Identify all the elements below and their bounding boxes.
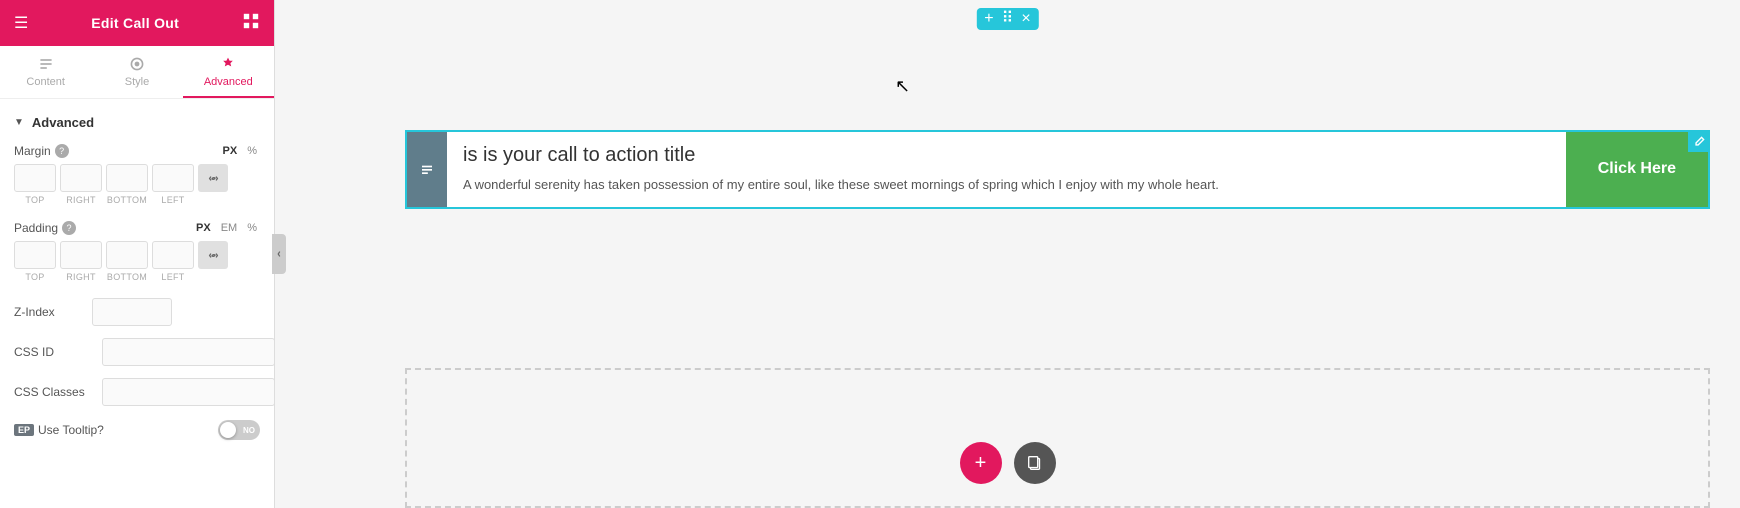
margin-top-label: TOP bbox=[14, 195, 56, 205]
padding-right-input[interactable] bbox=[60, 241, 102, 269]
margin-unit-percent[interactable]: % bbox=[244, 144, 260, 158]
margin-bottom-input[interactable] bbox=[106, 164, 148, 192]
advanced-section-title: Advanced bbox=[32, 115, 94, 130]
margin-label: Margin ? bbox=[14, 144, 69, 158]
padding-left-label: LEFT bbox=[152, 272, 194, 282]
callout-body: A wonderful serenity has taken possessio… bbox=[463, 175, 1550, 195]
padding-sub-labels: TOP RIGHT BOTTOM LEFT bbox=[14, 272, 260, 282]
bottom-actions: + bbox=[960, 442, 1056, 484]
margin-link-button[interactable] bbox=[198, 164, 228, 192]
padding-unit-percent[interactable]: % bbox=[244, 221, 260, 235]
padding-bottom-input[interactable] bbox=[106, 241, 148, 269]
callout-edit-icon[interactable] bbox=[1688, 130, 1710, 152]
padding-info-icon[interactable]: ? bbox=[62, 221, 76, 235]
right-content: + ⠿ × ↖ is is your call to action title … bbox=[275, 0, 1740, 508]
css-classes-row: CSS Classes bbox=[0, 372, 274, 412]
tooltip-text: Use Tooltip? bbox=[38, 423, 104, 437]
padding-top-input[interactable] bbox=[14, 241, 56, 269]
left-panel: ☰ Edit Call Out Content Style Advanced ▼… bbox=[0, 0, 275, 508]
css-classes-label: CSS Classes bbox=[14, 385, 94, 399]
tab-content[interactable]: Content bbox=[0, 46, 91, 98]
padding-right-label: RIGHT bbox=[60, 272, 102, 282]
element-toolbar: + ⠿ × bbox=[976, 8, 1038, 30]
margin-label-row: Margin ? PX % bbox=[14, 144, 260, 158]
css-id-input[interactable] bbox=[102, 338, 274, 366]
padding-bottom-label: BOTTOM bbox=[106, 272, 148, 282]
margin-left-label: LEFT bbox=[152, 195, 194, 205]
padding-unit-selector: PX EM % bbox=[193, 221, 260, 235]
z-index-input[interactable] bbox=[92, 298, 172, 326]
tooltip-label: EP Use Tooltip? bbox=[14, 423, 104, 437]
callout-wrapper[interactable]: is is your call to action title A wonder… bbox=[405, 130, 1710, 209]
tab-style[interactable]: Style bbox=[91, 46, 182, 98]
padding-label: Padding ? bbox=[14, 221, 76, 235]
tooltip-row: EP Use Tooltip? bbox=[0, 412, 274, 448]
grid-icon[interactable] bbox=[242, 12, 260, 35]
tab-advanced[interactable]: Advanced bbox=[183, 46, 274, 98]
margin-unit-px[interactable]: PX bbox=[220, 144, 241, 158]
panel-tabs: Content Style Advanced bbox=[0, 46, 274, 99]
toggle-knob bbox=[220, 422, 236, 438]
css-id-row: CSS ID bbox=[0, 332, 274, 372]
copy-section-button[interactable] bbox=[1014, 442, 1056, 484]
toolbar-add-icon[interactable]: + bbox=[984, 11, 993, 27]
padding-field-group: Padding ? PX EM % bbox=[0, 215, 274, 292]
panel-body: ▼ Advanced Margin ? PX % bbox=[0, 99, 274, 508]
toolbar-close-icon[interactable]: × bbox=[1021, 11, 1030, 27]
padding-top-label: TOP bbox=[14, 272, 56, 282]
callout-title: is is your call to action title bbox=[463, 144, 1550, 167]
z-index-label: Z-Index bbox=[14, 305, 84, 319]
margin-field-group: Margin ? PX % bbox=[0, 138, 274, 215]
padding-unit-px[interactable]: PX bbox=[193, 221, 214, 235]
margin-left-input[interactable] bbox=[152, 164, 194, 192]
margin-unit-selector: PX % bbox=[220, 144, 260, 158]
cursor-indicator: ↖ bbox=[895, 76, 910, 97]
margin-sub-labels: TOP RIGHT BOTTOM LEFT bbox=[14, 195, 260, 205]
margin-inputs bbox=[14, 164, 260, 192]
padding-unit-em[interactable]: EM bbox=[218, 221, 241, 235]
panel-collapse-button[interactable] bbox=[272, 234, 286, 274]
collapse-arrow-icon: ▼ bbox=[14, 117, 24, 128]
ep-badge: EP bbox=[14, 424, 34, 436]
advanced-section-header[interactable]: ▼ Advanced bbox=[0, 107, 274, 138]
callout-text-area: is is your call to action title A wonder… bbox=[447, 132, 1566, 207]
bottom-section bbox=[405, 368, 1710, 508]
callout-icon-block bbox=[407, 132, 447, 207]
padding-left-input[interactable] bbox=[152, 241, 194, 269]
margin-right-label: RIGHT bbox=[60, 195, 102, 205]
margin-right-input[interactable] bbox=[60, 164, 102, 192]
add-section-button[interactable]: + bbox=[960, 442, 1002, 484]
css-classes-input[interactable] bbox=[102, 378, 274, 406]
tooltip-toggle[interactable] bbox=[218, 420, 260, 440]
panel-header: ☰ Edit Call Out bbox=[0, 0, 274, 46]
margin-bottom-label: BOTTOM bbox=[106, 195, 148, 205]
padding-label-row: Padding ? PX EM % bbox=[14, 221, 260, 235]
margin-info-icon[interactable]: ? bbox=[55, 144, 69, 158]
toolbar-move-icon[interactable]: ⠿ bbox=[1002, 11, 1014, 27]
callout-action-button[interactable]: Click Here bbox=[1566, 132, 1708, 207]
panel-title: Edit Call Out bbox=[91, 15, 179, 31]
margin-top-input[interactable] bbox=[14, 164, 56, 192]
callout-button-wrapper: Click Here bbox=[1566, 132, 1708, 207]
hamburger-icon[interactable]: ☰ bbox=[14, 13, 28, 33]
css-id-label: CSS ID bbox=[14, 345, 94, 359]
padding-inputs bbox=[14, 241, 260, 269]
z-index-row: Z-Index bbox=[0, 292, 274, 332]
padding-link-button[interactable] bbox=[198, 241, 228, 269]
